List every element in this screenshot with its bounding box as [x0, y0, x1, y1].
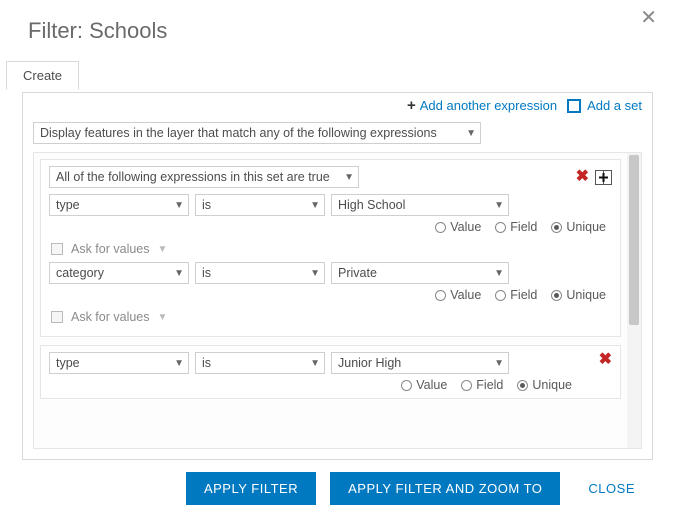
value-value: Private	[338, 266, 377, 280]
match-rule-row: Display features in the layer that match…	[23, 122, 652, 152]
add-set-label: Add a set	[587, 98, 642, 113]
chevron-down-icon: ▼	[158, 244, 168, 255]
set-actions: ✖	[576, 169, 612, 185]
add-set-link[interactable]: Add a set	[567, 98, 642, 113]
radio-value[interactable]: Value	[435, 288, 481, 302]
caret-icon: ▼	[310, 200, 320, 211]
caret-icon: ▼	[310, 268, 320, 279]
ask-label: Ask for values	[71, 242, 150, 256]
dialog-footer: APPLY FILTER APPLY FILTER AND ZOOM TO CL…	[0, 460, 675, 505]
set-rule-value: All of the following expressions in this…	[56, 170, 330, 184]
caret-icon: ▼	[174, 200, 184, 211]
delete-expression-icon[interactable]: ✖	[599, 352, 612, 368]
add-expression-label: Add another expression	[420, 98, 557, 113]
ask-for-values[interactable]: Ask for values ▼	[49, 306, 612, 330]
caret-icon: ▼	[344, 172, 354, 183]
operator-value: is	[202, 198, 211, 212]
dialog-title: Filter: Schools	[0, 2, 675, 62]
caret-icon: ▼	[494, 268, 504, 279]
apply-filter-zoom-button[interactable]: APPLY FILTER AND ZOOM TO	[330, 472, 560, 505]
radio-field[interactable]: Field	[495, 288, 537, 302]
close-icon[interactable]: ✕	[640, 8, 657, 28]
radio-unique[interactable]: Unique	[551, 288, 606, 302]
add-expression-link[interactable]: + Add another expression	[407, 97, 557, 114]
value-select[interactable]: Junior High ▼	[331, 352, 509, 374]
operator-select[interactable]: is ▼	[195, 262, 325, 284]
plus-icon: +	[407, 97, 416, 114]
set-rule-select[interactable]: All of the following expressions in this…	[49, 166, 359, 188]
value-select[interactable]: High School ▼	[331, 194, 509, 216]
caret-icon: ▼	[466, 128, 476, 139]
apply-filter-button[interactable]: APPLY FILTER	[186, 472, 316, 505]
match-rule-value: Display features in the layer that match…	[40, 126, 437, 140]
radio-field[interactable]: Field	[495, 220, 537, 234]
operator-select[interactable]: is ▼	[195, 352, 325, 374]
expressions-content: All of the following expressions in this…	[34, 153, 627, 448]
value-source-radios: Value Field Unique	[49, 376, 612, 396]
set-header: All of the following expressions in this…	[49, 166, 612, 188]
operator-value: is	[202, 266, 211, 280]
expression-row: type ▼ is ▼ High School ▼	[49, 194, 612, 262]
ask-label: Ask for values	[71, 310, 150, 324]
checkbox-icon	[51, 311, 63, 323]
radio-value[interactable]: Value	[401, 378, 447, 392]
caret-icon: ▼	[174, 358, 184, 369]
caret-icon: ▼	[174, 268, 184, 279]
chevron-down-icon: ▼	[158, 312, 168, 323]
operator-select[interactable]: is ▼	[195, 194, 325, 216]
radio-value[interactable]: Value	[435, 220, 481, 234]
filter-dialog: ✕ Filter: Schools Create + Add another e…	[0, 0, 675, 512]
field-select[interactable]: type ▼	[49, 194, 189, 216]
expressions-container: All of the following expressions in this…	[33, 152, 642, 449]
caret-icon: ▼	[494, 200, 504, 211]
value-select[interactable]: Private ▼	[331, 262, 509, 284]
scrollbar[interactable]	[627, 153, 641, 448]
value-source-radios: Value Field Unique	[49, 218, 612, 238]
value-value: Junior High	[338, 356, 401, 370]
panel: + Add another expression Add a set Displ…	[22, 92, 653, 460]
operator-value: is	[202, 356, 211, 370]
match-rule-select[interactable]: Display features in the layer that match…	[33, 122, 481, 144]
field-select[interactable]: type ▼	[49, 352, 189, 374]
field-select[interactable]: category ▼	[49, 262, 189, 284]
scrollbar-thumb[interactable]	[629, 155, 639, 325]
add-to-set-icon[interactable]	[595, 170, 612, 185]
value-source-radios: Value Field Unique	[49, 286, 612, 306]
radio-unique[interactable]: Unique	[517, 378, 572, 392]
tabs-row: Create	[0, 62, 675, 92]
caret-icon: ▼	[310, 358, 320, 369]
radio-field[interactable]: Field	[461, 378, 503, 392]
expression-row: category ▼ is ▼ Private ▼	[49, 262, 612, 330]
field-value: category	[56, 266, 104, 280]
caret-icon: ▼	[494, 358, 504, 369]
toolbar: + Add another expression Add a set	[23, 93, 652, 122]
value-value: High School	[338, 198, 405, 212]
ask-for-values[interactable]: Ask for values ▼	[49, 238, 612, 262]
expression-row: ✖ type ▼ is ▼ Junior High ▼	[40, 345, 621, 399]
close-button[interactable]: CLOSE	[574, 472, 649, 505]
checkbox-icon	[51, 243, 63, 255]
field-value: type	[56, 356, 80, 370]
radio-unique[interactable]: Unique	[551, 220, 606, 234]
delete-set-icon[interactable]: ✖	[576, 169, 589, 185]
tab-create[interactable]: Create	[6, 61, 79, 90]
field-value: type	[56, 198, 80, 212]
expression-set: All of the following expressions in this…	[40, 159, 621, 337]
checkbox-icon	[567, 99, 581, 113]
